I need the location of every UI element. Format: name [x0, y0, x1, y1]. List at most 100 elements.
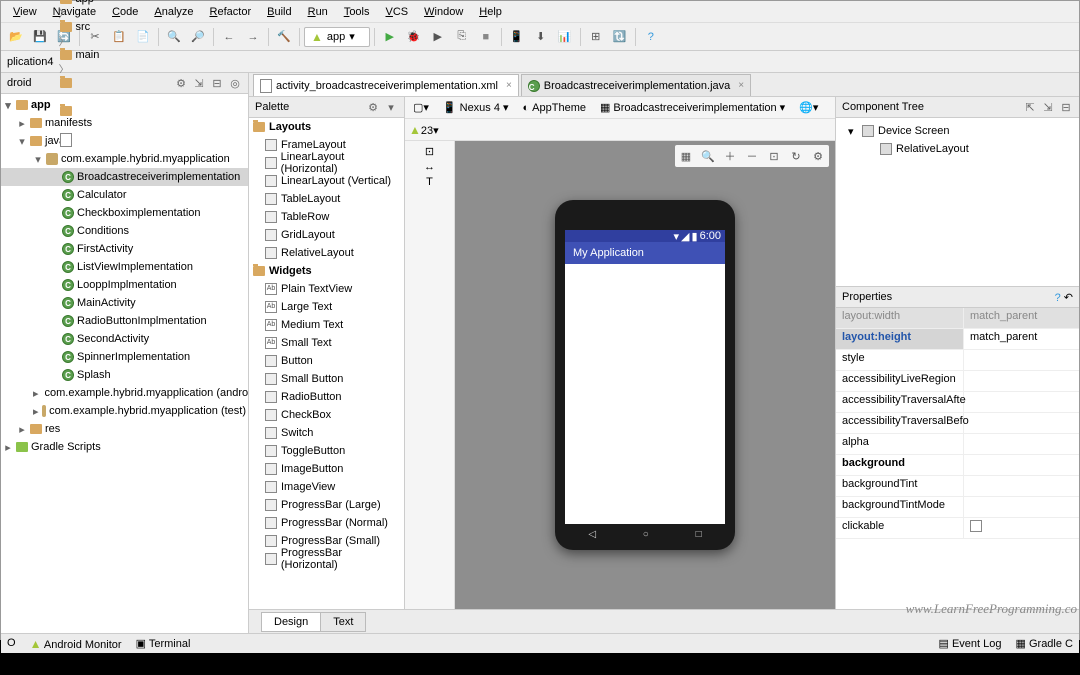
palette-item[interactable]: RadioButton — [249, 388, 404, 406]
menu-view[interactable]: View — [5, 4, 45, 20]
palette-item[interactable]: Medium Text — [249, 316, 404, 334]
open-icon[interactable]: 📂 — [5, 26, 27, 48]
palette-item[interactable]: Plain TextView — [249, 280, 404, 298]
close-icon[interactable]: × — [738, 80, 744, 91]
project-tree[interactable]: ▾app▸manifests▾java▾com.example.hybrid.m… — [1, 94, 248, 633]
terminal-button[interactable]: ▣ Terminal — [136, 637, 191, 651]
editor-tab[interactable]: Broadcastreceiverimplementation.java× — [521, 74, 751, 96]
save-icon[interactable]: 💾 — [29, 26, 51, 48]
properties-table[interactable]: layout:widthmatch_parentlayout:heightmat… — [836, 308, 1079, 609]
breadcrumb-item[interactable]: app — [58, 0, 299, 5]
tree-item[interactable]: Checkboximplementation — [1, 204, 248, 222]
refresh-icon[interactable]: ↻ — [787, 147, 805, 165]
hide-icon[interactable]: ⊟ — [1059, 100, 1073, 114]
phone-screen[interactable]: ▾ ◢ ▮ 6:00 My Application — [565, 230, 725, 524]
target-icon[interactable]: ◎ — [228, 76, 242, 90]
palette-category[interactable]: Widgets — [249, 262, 404, 280]
palette-item[interactable]: Switch — [249, 424, 404, 442]
checkbox[interactable] — [970, 520, 982, 532]
property-row[interactable]: layout:widthmatch_parent — [836, 308, 1079, 329]
property-row[interactable]: backgroundTint — [836, 476, 1079, 497]
tree-item[interactable]: ListViewImplementation — [1, 258, 248, 276]
palette-item[interactable]: Small Text — [249, 334, 404, 352]
palette-item[interactable]: RelativeLayout — [249, 244, 404, 262]
text-tool-icon[interactable]: T — [426, 176, 433, 188]
orientation-selector[interactable]: ▢▾ — [409, 100, 433, 115]
device-selector[interactable]: 📱 Nexus 4▾ — [439, 100, 513, 115]
tree-item[interactable]: ▸com.example.hybrid.myapplication (test) — [1, 402, 248, 420]
help-icon[interactable]: ? — [1055, 292, 1061, 304]
sdk-icon[interactable]: ⬇ — [530, 26, 552, 48]
tree-item[interactable]: SecondActivity — [1, 330, 248, 348]
property-row[interactable]: style — [836, 350, 1079, 371]
expand-icon[interactable]: ⇱ — [1023, 100, 1037, 114]
tree-item[interactable]: MainActivity — [1, 294, 248, 312]
tree-root[interactable]: ▾app — [1, 96, 248, 114]
outline-tool-icon[interactable]: ⊡ — [425, 145, 434, 158]
stop-icon[interactable]: ■ — [475, 26, 497, 48]
api-selector[interactable]: ▲23▾ — [409, 123, 439, 137]
tree-item[interactable]: RadioButtonImplmentation — [1, 312, 248, 330]
debug-icon[interactable]: 🐞 — [403, 26, 425, 48]
palette-item[interactable]: TableLayout — [249, 190, 404, 208]
todo-button[interactable]: O — [7, 637, 16, 651]
gear-icon[interactable]: ⚙ — [366, 100, 380, 114]
tree-item[interactable]: ▸res — [1, 420, 248, 438]
tab-text[interactable]: Text — [320, 612, 366, 632]
property-row[interactable]: clickable — [836, 518, 1079, 539]
property-row[interactable]: layout:heightmatch_parent — [836, 329, 1079, 350]
help-icon[interactable]: ? — [640, 26, 662, 48]
menu-window[interactable]: Window — [416, 4, 471, 20]
breadcrumb-root[interactable]: plication4 — [5, 56, 55, 68]
event-log-button[interactable]: ▤ Event Log — [939, 637, 1002, 650]
palette-item[interactable]: ImageView — [249, 478, 404, 496]
collapse-icon[interactable]: ⇲ — [192, 76, 206, 90]
locale-selector[interactable]: 🌐▾ — [795, 100, 822, 115]
tree-item[interactable]: Splash — [1, 366, 248, 384]
tree-item[interactable]: ▸manifests — [1, 114, 248, 132]
palette-category[interactable]: Layouts — [249, 118, 404, 136]
zoom-fit-icon[interactable]: 🔍 — [699, 147, 717, 165]
property-row[interactable]: accessibilityTraversalAfte — [836, 392, 1079, 413]
breadcrumb-item[interactable]: src — [58, 21, 299, 33]
canvas-viewport[interactable]: ▦ 🔍 ＋ － ⊡ ↻ ⚙ ▾ — [455, 141, 835, 609]
palette-item[interactable]: Small Button — [249, 370, 404, 388]
view-mode-icon[interactable]: ▦ — [677, 147, 695, 165]
settings-icon[interactable]: ⚙ — [809, 147, 827, 165]
palette-item[interactable]: LinearLayout (Horizontal) — [249, 154, 404, 172]
component-tree-item[interactable]: RelativeLayout — [840, 140, 1075, 158]
palette-item[interactable]: TableRow — [249, 208, 404, 226]
zoom-out-icon[interactable]: － — [743, 147, 761, 165]
structure-icon[interactable]: ⊞ — [585, 26, 607, 48]
breadcrumb-item[interactable]: main — [58, 49, 299, 61]
tree-item[interactable]: ▾com.example.hybrid.myapplication — [1, 150, 248, 168]
android-monitor-button[interactable]: ▲ Android Monitor — [30, 637, 122, 651]
property-row[interactable]: background — [836, 455, 1079, 476]
collapse-icon[interactable]: ⇲ — [1041, 100, 1055, 114]
project-variant-selector[interactable]: droid ⚙ ⇲ ⊟ ◎ — [1, 73, 248, 94]
palette-item[interactable]: Button — [249, 352, 404, 370]
tree-item[interactable]: LooppImplmentation — [1, 276, 248, 294]
tree-item[interactable]: Conditions — [1, 222, 248, 240]
palette-item[interactable]: ToggleButton — [249, 442, 404, 460]
palette-item[interactable]: ProgressBar (Normal) — [249, 514, 404, 532]
palette-item[interactable]: ProgressBar (Large) — [249, 496, 404, 514]
hide-icon[interactable]: ⊟ — [210, 76, 224, 90]
tree-item[interactable]: SpinnerImplementation — [1, 348, 248, 366]
tree-item[interactable]: ▾java — [1, 132, 248, 150]
component-tree[interactable]: ▾Device ScreenRelativeLayout — [836, 118, 1079, 162]
palette-item[interactable]: CheckBox — [249, 406, 404, 424]
close-icon[interactable]: × — [506, 80, 512, 91]
tree-item[interactable]: ▸com.example.hybrid.myapplication (andro… — [1, 384, 248, 402]
chevron-down-icon[interactable]: ▾ — [384, 100, 398, 114]
palette-item[interactable]: ImageButton — [249, 460, 404, 478]
palette-item[interactable]: GridLayout — [249, 226, 404, 244]
run-icon[interactable]: ▶ — [379, 26, 401, 48]
sync-gradle-icon[interactable]: 🔃 — [609, 26, 631, 48]
avd-icon[interactable]: 📱 — [506, 26, 528, 48]
run-config-selector[interactable]: ▲ app ▾ — [304, 27, 370, 47]
tree-item[interactable]: Broadcastreceiverimplementation — [1, 168, 248, 186]
zoom-actual-icon[interactable]: ⊡ — [765, 147, 783, 165]
theme-selector[interactable]: ◐ AppTheme — [519, 101, 590, 115]
menu-help[interactable]: Help — [471, 4, 510, 20]
